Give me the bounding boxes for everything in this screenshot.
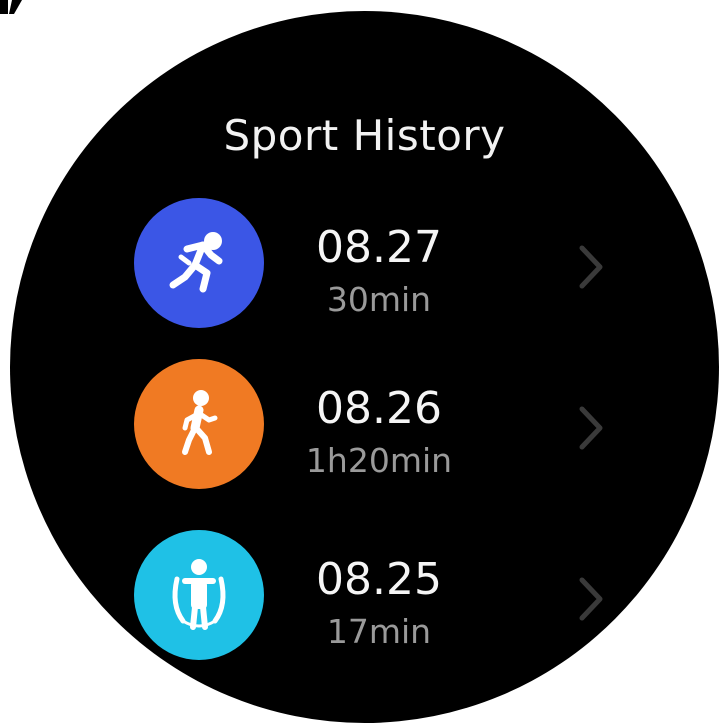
corner-mark (0, 0, 22, 14)
jump-rope-icon (134, 530, 264, 660)
history-duration: 1h20min (305, 441, 453, 480)
history-item[interactable]: 08.26 1h20min (10, 359, 719, 489)
history-item[interactable]: 08.27 30min (10, 198, 719, 328)
history-date: 08.25 (316, 554, 442, 605)
history-duration: 30min (326, 280, 432, 319)
chevron-right-icon (579, 577, 603, 621)
chevron-right-icon (579, 245, 603, 289)
screen-title: Sport History (223, 111, 506, 160)
watch-face: Sport History 08.27 30min 08.26 1h20min … (10, 11, 719, 723)
history-item[interactable]: 08.25 17min (10, 530, 719, 660)
screenshot-frame: Sport History 08.27 30min 08.26 1h20min … (0, 0, 725, 727)
history-duration: 17min (326, 612, 432, 651)
walking-icon (134, 359, 264, 489)
history-date: 08.27 (316, 222, 442, 273)
chevron-right-icon (579, 406, 603, 450)
running-icon (134, 198, 264, 328)
history-date: 08.26 (316, 383, 442, 434)
